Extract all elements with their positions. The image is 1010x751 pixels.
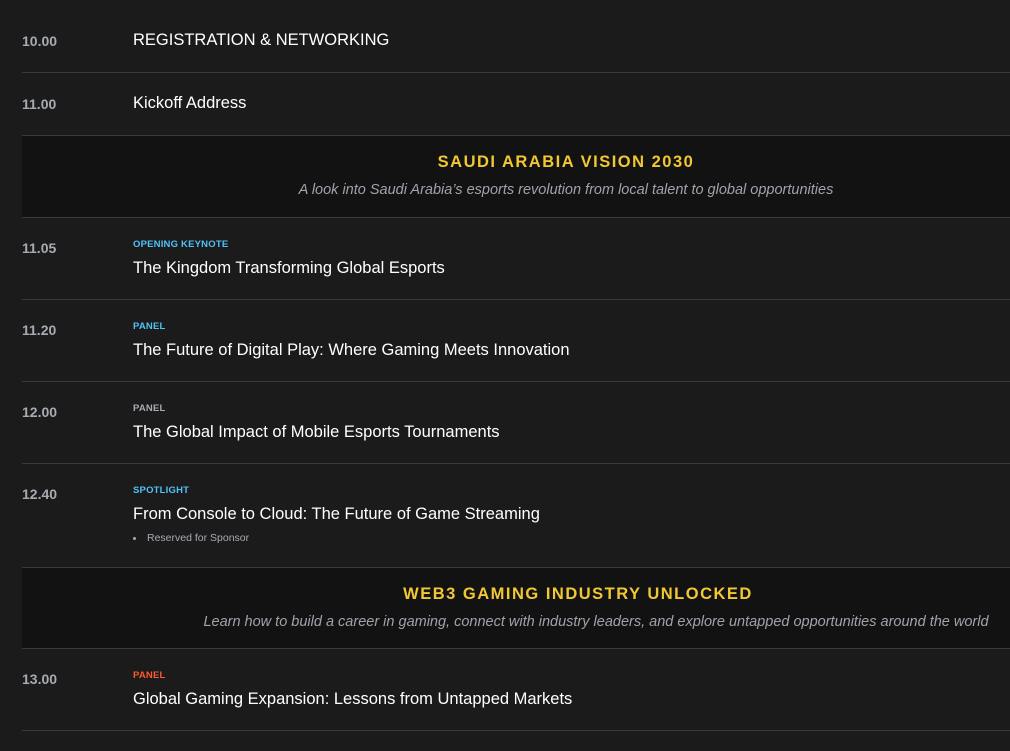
session-tag: SPOTLIGHT	[133, 485, 190, 496]
session-tag: PANEL	[133, 403, 166, 414]
session-note-text: Reserved for Sponsor	[147, 532, 250, 544]
session-time: 11.05	[22, 240, 57, 256]
session-title: Kickoff Address	[133, 94, 247, 112]
agenda-row: 11.20 PANEL The Future of Digital Play: …	[22, 300, 1010, 382]
section-title: WEB3 GAMING INDUSTRY UNLOCKED	[403, 585, 753, 603]
session-title: From Console to Cloud: The Future of Gam…	[133, 505, 540, 523]
session-time: 13.00	[22, 671, 58, 687]
session-time: 12.40	[22, 486, 58, 502]
section-title: SAUDI ARABIA VISION 2030	[437, 153, 695, 171]
session-title: The Future of Digital Play: Where Gaming…	[133, 341, 570, 359]
session-time: 12.00	[22, 404, 58, 420]
agenda-row: 12.40 SPOTLIGHT From Console to Cloud: T…	[22, 464, 1010, 568]
session-tag: PANEL	[133, 670, 166, 681]
session-time: 11.00	[22, 96, 57, 112]
agenda-row: 12.00 PANEL The Global Impact of Mobile …	[22, 382, 1010, 464]
session-note: Reserved for Sponsor	[133, 532, 249, 544]
section-subtitle: Learn how to build a career in gaming, c…	[203, 614, 989, 630]
section-subtitle: A look into Saudi Arabia’s esports revol…	[298, 182, 834, 198]
session-title: The Global Impact of Mobile Esports Tour…	[133, 423, 500, 441]
agenda-row: 11.00 Kickoff Address	[22, 73, 1010, 136]
session-time: 11.20	[22, 322, 57, 338]
session-time: 10.00	[22, 33, 58, 49]
session-title: Global Gaming Expansion: Lessons from Un…	[133, 690, 573, 708]
session-tag: OPENING KEYNOTE	[133, 239, 229, 250]
section-header: SAUDI ARABIA VISION 2030 A look into Sau…	[22, 136, 1010, 218]
session-tag: PANEL	[133, 321, 166, 332]
agenda-row: 10.00 REGISTRATION & NETWORKING	[22, 0, 1010, 73]
session-title: REGISTRATION & NETWORKING	[133, 31, 390, 49]
section-header: WEB3 GAMING INDUSTRY UNLOCKED Learn how …	[22, 568, 1010, 649]
bullet-dot-icon	[133, 536, 136, 540]
agenda-row: 11.05 OPENING KEYNOTE The Kingdom Transf…	[22, 218, 1010, 300]
agenda-row: 13.00 PANEL Global Gaming Expansion: Les…	[22, 649, 1010, 731]
session-title: The Kingdom Transforming Global Esports	[133, 259, 445, 277]
agenda-list: 10.00 REGISTRATION & NETWORKING 11.00 Ki…	[0, 0, 1010, 751]
